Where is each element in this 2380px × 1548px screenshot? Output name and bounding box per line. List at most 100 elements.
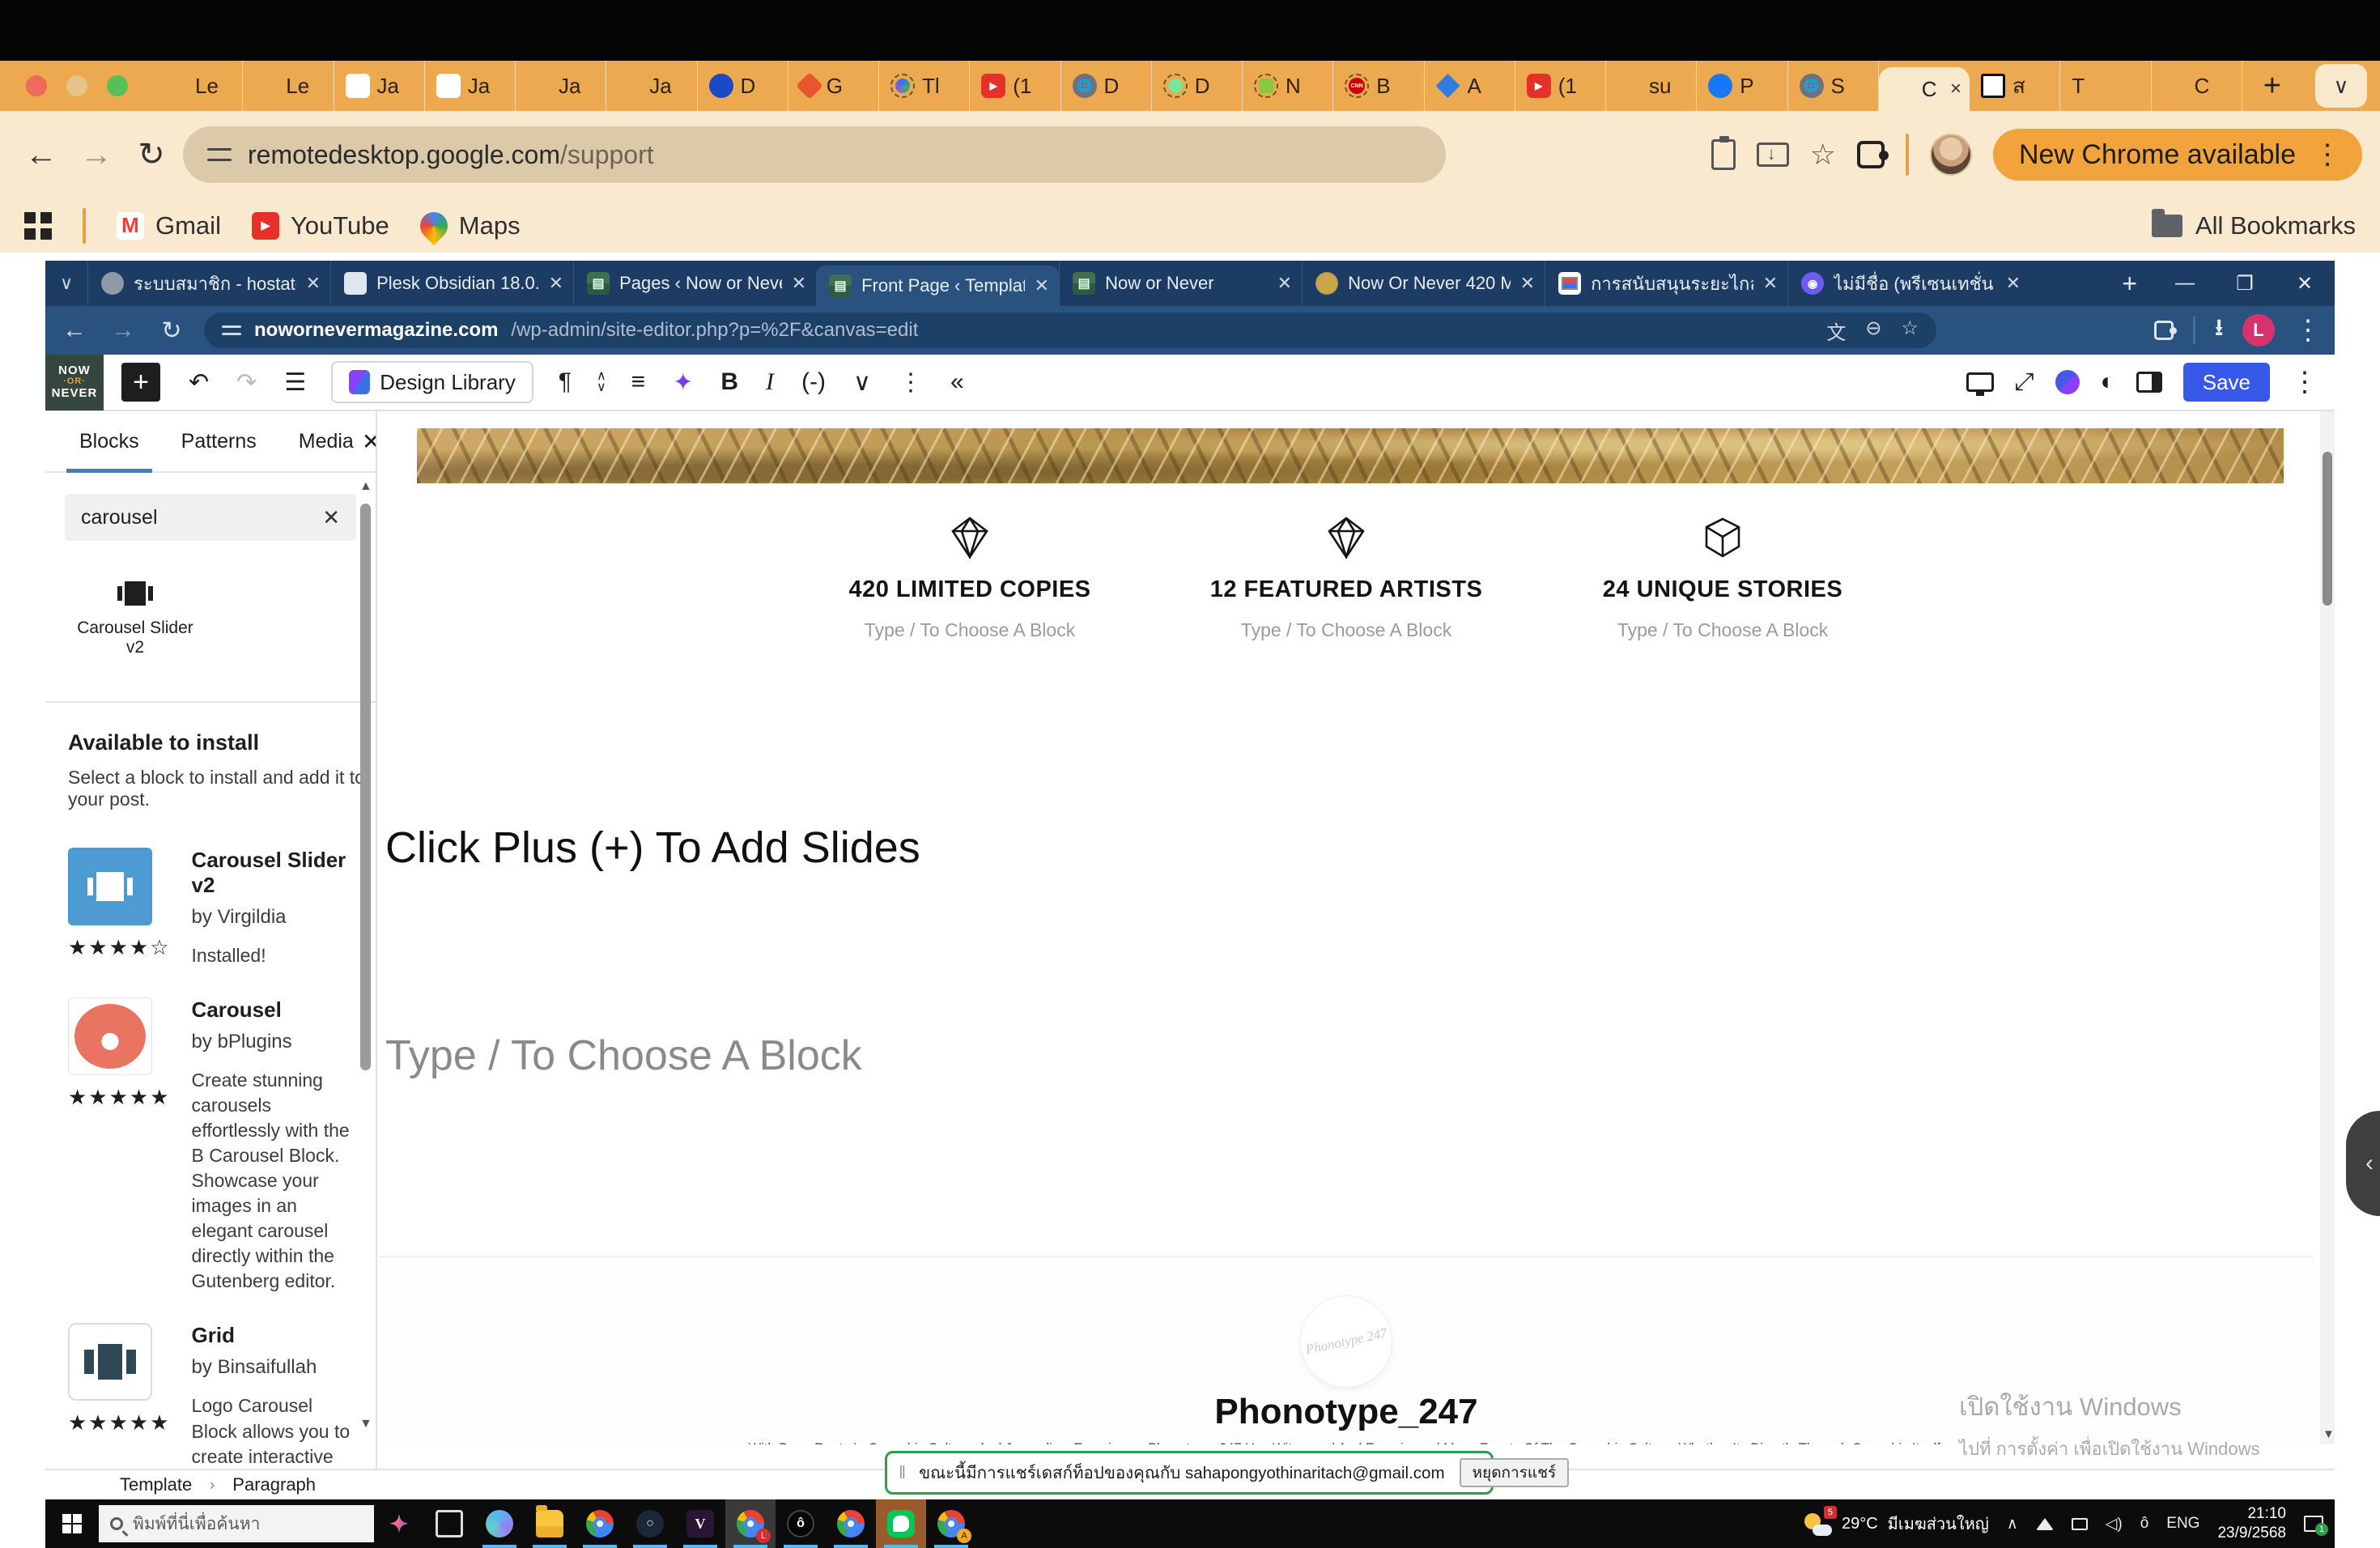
more-formats-chevron-icon[interactable]: ∨: [839, 368, 885, 397]
remote-reload-button[interactable]: ↻: [155, 317, 188, 345]
browser-tab[interactable]: S: [1788, 61, 1879, 111]
remote-address-bar[interactable]: nowornevermagazine.com /wp-admin/site-ed…: [204, 313, 1936, 348]
feature-column[interactable]: 24 UNIQUE STORIES Type / To Choose A Blo…: [1569, 507, 1876, 641]
remote-browser-tab[interactable]: Front Page ‹ Template ‹ N ✕: [816, 266, 1059, 306]
taskbar-search-input[interactable]: พิมพ์ที่นี่เพื่อค้นหา: [99, 1505, 374, 1542]
taskbar-app-button[interactable]: [474, 1499, 525, 1548]
remote-browser-tab[interactable]: ไม่มีชื่อ (พรีเซนเทชั่น (4:3)) - ✕: [1787, 261, 2030, 306]
browser-menu-icon[interactable]: ⋮: [2294, 314, 2322, 347]
bookmark-star-icon[interactable]: ☆: [1901, 317, 1919, 345]
browser-tab[interactable]: A: [1425, 61, 1515, 111]
forward-button[interactable]: →: [73, 137, 120, 173]
tab-close-icon[interactable]: ✕: [1277, 273, 1292, 294]
clear-search-icon[interactable]: ✕: [322, 505, 340, 530]
extensions-icon[interactable]: [2154, 321, 2174, 340]
feature-title[interactable]: 420 LIMITED COPIES: [816, 576, 1124, 603]
tab-close-icon[interactable]: ×: [1950, 78, 1961, 100]
clipboard-icon[interactable]: [1711, 139, 1736, 170]
fullscreen-icon[interactable]: ⤢: [2015, 368, 2034, 396]
remote-browser-tab[interactable]: Pages ‹ Now or Never — ✕: [573, 261, 816, 306]
taskbar-app-button[interactable]: ô: [776, 1499, 826, 1548]
tab-close-icon[interactable]: ✕: [1520, 273, 1535, 294]
minimize-window-button[interactable]: [66, 75, 87, 96]
sidebar-scrollbar[interactable]: ▲ ▼: [358, 474, 374, 1469]
browser-tab[interactable]: (1: [1515, 61, 1606, 111]
close-window-button[interactable]: [26, 75, 47, 96]
browser-tab[interactable]: Le: [243, 61, 334, 111]
taskbar-app-button[interactable]: [876, 1499, 926, 1548]
taskbar-app-button[interactable]: [424, 1499, 474, 1548]
remote-forward-button[interactable]: →: [107, 317, 139, 344]
bookmark-maps[interactable]: Maps: [420, 211, 521, 240]
action-center-icon[interactable]: [2304, 1516, 2323, 1532]
browser-tab[interactable]: D: [698, 61, 788, 111]
browser-tab[interactable]: (1: [970, 61, 1060, 111]
taskbar-app-button[interactable]: [575, 1499, 625, 1548]
browser-tab[interactable]: Ja: [516, 61, 606, 111]
restore-button[interactable]: ❐: [2215, 261, 2275, 306]
browser-tab[interactable]: D: [1061, 61, 1152, 111]
link-button[interactable]: (-): [788, 368, 839, 396]
contrast-icon[interactable]: ◐: [2101, 368, 2115, 396]
remote-new-tab-button[interactable]: +: [2104, 269, 2155, 299]
tab-media[interactable]: Media: [291, 411, 362, 471]
downloads-icon[interactable]: ⭳: [2215, 311, 2223, 350]
feature-placeholder-text[interactable]: Type / To Choose A Block: [1569, 619, 1876, 641]
bookmark-gmail[interactable]: MGmail: [117, 211, 221, 240]
tab-search-chevron-icon[interactable]: ∨: [2315, 64, 2367, 108]
scroll-down-icon[interactable]: ▼: [359, 1417, 372, 1431]
browser-tab[interactable]: T: [2060, 61, 2151, 111]
save-button[interactable]: Save: [2183, 363, 2270, 402]
feature-column[interactable]: 12 FEATURED ARTISTS Type / To Choose A B…: [1192, 507, 1500, 641]
browser-menu-icon[interactable]: ⋮: [2314, 138, 2341, 171]
italic-button[interactable]: I: [752, 368, 788, 396]
plugin-card[interactable]: ★★★★★ Carousel by bPlugins Create stunni…: [45, 968, 376, 1294]
taskbar-app-button[interactable]: [525, 1499, 575, 1548]
browser-tab[interactable]: su: [1606, 61, 1697, 111]
translate-icon[interactable]: 文: [1826, 317, 1846, 345]
editor-options-icon[interactable]: ⋮: [2291, 366, 2318, 398]
browser-tab[interactable]: Tl: [879, 61, 970, 111]
tab-close-icon[interactable]: ✕: [306, 273, 321, 294]
chrome-update-button[interactable]: New Chrome available ⋮: [1993, 129, 2362, 181]
browser-tab[interactable]: ส: [1970, 61, 2060, 111]
page-scrollbar[interactable]: ▼: [2320, 411, 2335, 1444]
tab-close-icon[interactable]: ✕: [549, 273, 563, 294]
remote-session-panel-toggle[interactable]: ‹: [2346, 1111, 2380, 1216]
drag-handle-icon[interactable]: ‖: [899, 1462, 906, 1483]
install-app-icon[interactable]: [1757, 142, 1789, 167]
taskbar-app-button[interactable]: L: [725, 1499, 776, 1548]
tab-patterns[interactable]: Patterns: [173, 411, 265, 471]
back-button[interactable]: ←: [18, 137, 65, 173]
feature-placeholder-text[interactable]: Type / To Choose A Block: [1192, 619, 1500, 641]
profile-avatar[interactable]: [1930, 134, 1972, 176]
list-view-button[interactable]: ☰: [270, 368, 320, 397]
hero-banner-image[interactable]: [417, 428, 2284, 483]
undo-button[interactable]: ↶: [175, 368, 223, 397]
remote-browser-tab[interactable]: ระบบสมาชิก - hostatom ✕: [87, 261, 330, 306]
remote-browser-tab[interactable]: Plesk Obsidian 18.0.72 ✕: [330, 261, 573, 306]
browser-tab[interactable]: B: [1333, 61, 1424, 111]
browser-tab[interactable]: N: [1243, 61, 1333, 111]
stop-sharing-button[interactable]: หยุดการแชร์: [1460, 1458, 1570, 1487]
bookmark-youtube[interactable]: YouTube: [252, 211, 389, 240]
taskbar-app-button[interactable]: A: [926, 1499, 976, 1548]
breadcrumb-paragraph[interactable]: Paragraph: [232, 1474, 316, 1495]
brand-paragraph[interactable]: With Deep Roots In Cannabis Culture, And…: [727, 1437, 1966, 1444]
remote-back-button[interactable]: ←: [58, 317, 91, 344]
feature-column[interactable]: 420 LIMITED COPIES Type / To Choose A Bl…: [816, 507, 1124, 641]
browser-tab[interactable]: D: [1152, 61, 1243, 111]
new-tab-button[interactable]: +: [2242, 69, 2302, 104]
minimize-button[interactable]: —: [2155, 261, 2215, 306]
browser-tab[interactable]: Ja: [334, 61, 425, 111]
block-search-input[interactable]: carousel ✕: [65, 494, 356, 541]
close-sidebar-icon[interactable]: ✕: [362, 428, 377, 455]
block-options-icon[interactable]: ⋮: [885, 368, 937, 397]
browser-tab[interactable]: Ja: [606, 61, 697, 111]
design-library-button[interactable]: Design Library: [331, 361, 533, 403]
collapse-toolbar-icon[interactable]: «: [937, 368, 978, 396]
display-icon[interactable]: [2072, 1518, 2088, 1530]
feature-title[interactable]: 12 FEATURED ARTISTS: [1192, 576, 1500, 603]
bookmark-star-icon[interactable]: ☆: [1810, 138, 1836, 172]
apps-grid-icon[interactable]: [24, 212, 52, 240]
